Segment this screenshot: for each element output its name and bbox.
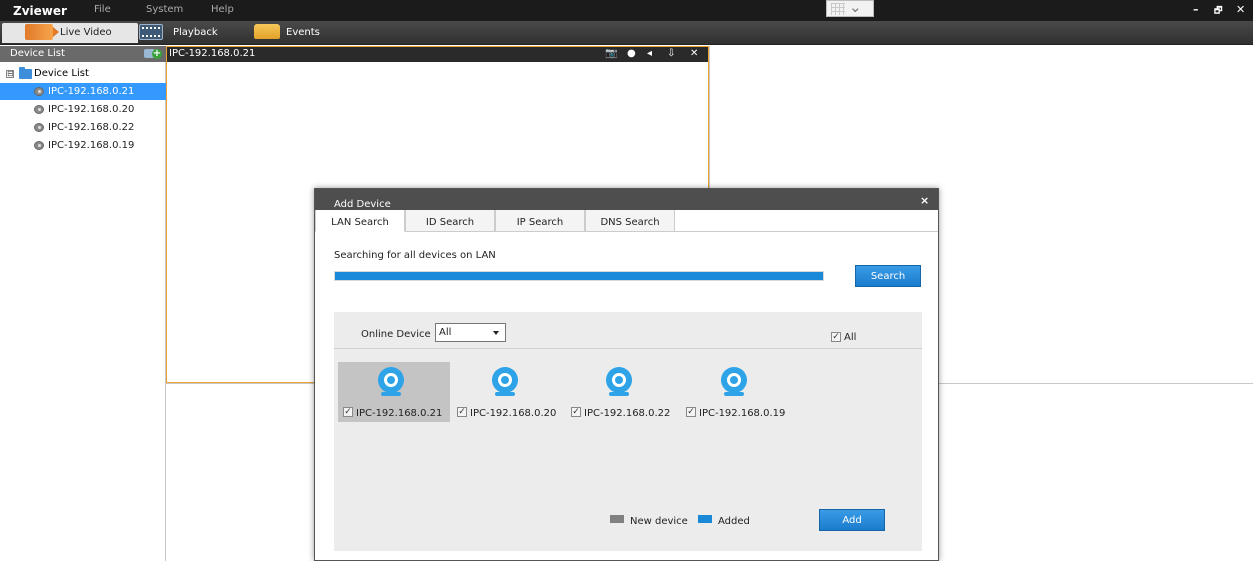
chevron-down-icon: ⌄ bbox=[849, 0, 862, 16]
search-status: Searching for all devices on LAN bbox=[334, 250, 496, 261]
tab-id-search[interactable]: ID Search bbox=[405, 210, 495, 232]
add-device-dialog: Add Device × LAN Search ID Search IP Sea… bbox=[314, 188, 939, 561]
video-camera-icon bbox=[25, 24, 59, 40]
legend-swatch-new-device bbox=[610, 515, 624, 523]
legend-label-added: Added bbox=[718, 516, 750, 527]
tree-item-label: IPC-192.168.0.22 bbox=[48, 122, 135, 133]
tree-item-device[interactable]: IPC-192.168.0.19 bbox=[0, 137, 166, 154]
found-device-card[interactable]: ✓ IPC-192.168.0.22 bbox=[566, 362, 678, 422]
online-device-label: Online Device bbox=[361, 329, 431, 340]
tab-playback[interactable]: Playback bbox=[138, 23, 238, 43]
camera-icon bbox=[34, 141, 44, 150]
main-tab-bar: Live Video Playback Events bbox=[0, 21, 1253, 45]
tree-item-label: IPC-192.168.0.21 bbox=[48, 86, 135, 97]
ip-camera-icon bbox=[604, 367, 634, 397]
tab-events-label: Events bbox=[286, 27, 320, 38]
tab-live-video-label: Live Video bbox=[60, 27, 112, 38]
plus-icon: + bbox=[152, 48, 162, 59]
ip-camera-icon bbox=[490, 367, 520, 397]
found-device-label: IPC-192.168.0.19 bbox=[699, 408, 786, 419]
close-icon[interactable]: ✕ bbox=[690, 48, 698, 59]
search-progress-fill bbox=[335, 272, 823, 280]
online-device-select[interactable]: All bbox=[435, 323, 506, 342]
tree-item-device[interactable]: IPC-192.168.0.20 bbox=[0, 101, 166, 118]
dropdown-arrow-icon bbox=[493, 331, 499, 335]
app-title: Zviewer bbox=[13, 4, 67, 18]
ip-camera-icon bbox=[376, 367, 406, 397]
tab-label: DNS Search bbox=[600, 217, 660, 228]
select-all-checkbox[interactable]: ✓ bbox=[831, 332, 841, 342]
tab-events[interactable]: Events bbox=[250, 23, 350, 43]
tree-item-device[interactable]: IPC-192.168.0.21 bbox=[0, 83, 166, 100]
tree-item-device[interactable]: IPC-192.168.0.22 bbox=[0, 119, 166, 136]
found-device-card[interactable]: ✓ IPC-192.168.0.19 bbox=[681, 362, 793, 422]
restore-button[interactable]: 🗗 bbox=[1214, 3, 1222, 19]
results-header: Online Device All ✓ All bbox=[334, 312, 922, 349]
camera-icon bbox=[34, 123, 44, 132]
tab-dns-search[interactable]: DNS Search bbox=[585, 210, 675, 232]
dialog-title: Add Device bbox=[334, 199, 391, 210]
tab-ip-search[interactable]: IP Search bbox=[495, 210, 585, 232]
legend-swatch-added bbox=[698, 515, 712, 523]
tab-playback-label: Playback bbox=[173, 27, 218, 38]
device-checkbox[interactable]: ✓ bbox=[457, 407, 467, 417]
menu-help[interactable]: Help bbox=[211, 4, 234, 15]
device-checkbox[interactable]: ✓ bbox=[571, 407, 581, 417]
found-device-label: IPC-192.168.0.20 bbox=[470, 408, 557, 419]
ip-camera-icon bbox=[719, 367, 749, 397]
device-checkbox[interactable]: ✓ bbox=[686, 407, 696, 417]
search-button[interactable]: Search bbox=[855, 265, 921, 287]
add-button[interactable]: Add bbox=[819, 509, 885, 531]
tree-root-label: Device List bbox=[34, 68, 89, 79]
device-tree: ⊟ Device List IPC-192.168.0.21 IPC-192.1… bbox=[0, 62, 166, 561]
speaker-icon[interactable]: ◂ bbox=[647, 48, 652, 59]
microphone-icon[interactable]: ⇩ bbox=[667, 48, 675, 59]
tab-label: IP Search bbox=[516, 217, 564, 228]
found-device-label: IPC-192.168.0.21 bbox=[356, 408, 443, 419]
video-cell-header: IPC-192.168.0.21 📷 ● ◂ ⇩ ✕ bbox=[167, 47, 708, 62]
camera-icon bbox=[34, 105, 44, 114]
dialog-title-bar: Add Device × bbox=[315, 189, 938, 210]
menu-system[interactable]: System bbox=[146, 4, 183, 15]
camera-icon bbox=[34, 87, 44, 96]
title-bar: Zviewer File System Help ⌄ – 🗗 ✕ bbox=[0, 0, 1253, 21]
tab-live-video[interactable]: Live Video bbox=[2, 23, 138, 43]
folder-icon bbox=[254, 24, 280, 39]
select-all-label: All bbox=[844, 332, 857, 343]
tab-lan-search[interactable]: LAN Search bbox=[315, 210, 405, 232]
found-device-card[interactable]: ✓ IPC-192.168.0.20 bbox=[452, 362, 564, 422]
tree-item-label: IPC-192.168.0.20 bbox=[48, 104, 135, 115]
grid-layout-icon bbox=[831, 3, 845, 15]
dialog-close-button[interactable]: × bbox=[920, 194, 929, 207]
found-device-label: IPC-192.168.0.22 bbox=[584, 408, 671, 419]
menu-file[interactable]: File bbox=[94, 4, 111, 15]
search-progress-bar bbox=[334, 271, 824, 281]
results-panel: Online Device All ✓ All ✓ IPC-192.168.0.… bbox=[334, 312, 922, 551]
folder-icon bbox=[19, 67, 32, 79]
layout-toggle-button[interactable]: ⌄ bbox=[826, 0, 874, 17]
legend-label-new-device: New device bbox=[630, 516, 688, 527]
minimize-button[interactable]: – bbox=[1193, 3, 1199, 16]
device-list-header-label: Device List bbox=[10, 48, 65, 59]
dialog-tabs: LAN Search ID Search IP Search DNS Searc… bbox=[315, 210, 938, 232]
film-icon bbox=[139, 24, 163, 40]
add-device-icon[interactable]: + bbox=[144, 46, 162, 62]
device-list-header: Device List + bbox=[0, 46, 166, 62]
record-icon[interactable]: ● bbox=[627, 48, 636, 59]
snapshot-icon[interactable]: 📷 bbox=[605, 48, 617, 59]
tab-label: ID Search bbox=[425, 217, 475, 228]
online-device-select-value: All bbox=[439, 327, 452, 338]
found-device-card[interactable]: ✓ IPC-192.168.0.21 bbox=[338, 362, 450, 422]
collapse-icon[interactable]: ⊟ bbox=[6, 70, 14, 78]
channel-name: IPC-192.168.0.21 bbox=[169, 48, 256, 59]
close-window-button[interactable]: ✕ bbox=[1236, 3, 1245, 16]
tree-item-label: IPC-192.168.0.19 bbox=[48, 140, 135, 151]
tab-label: LAN Search bbox=[331, 217, 389, 228]
device-checkbox[interactable]: ✓ bbox=[343, 407, 353, 417]
